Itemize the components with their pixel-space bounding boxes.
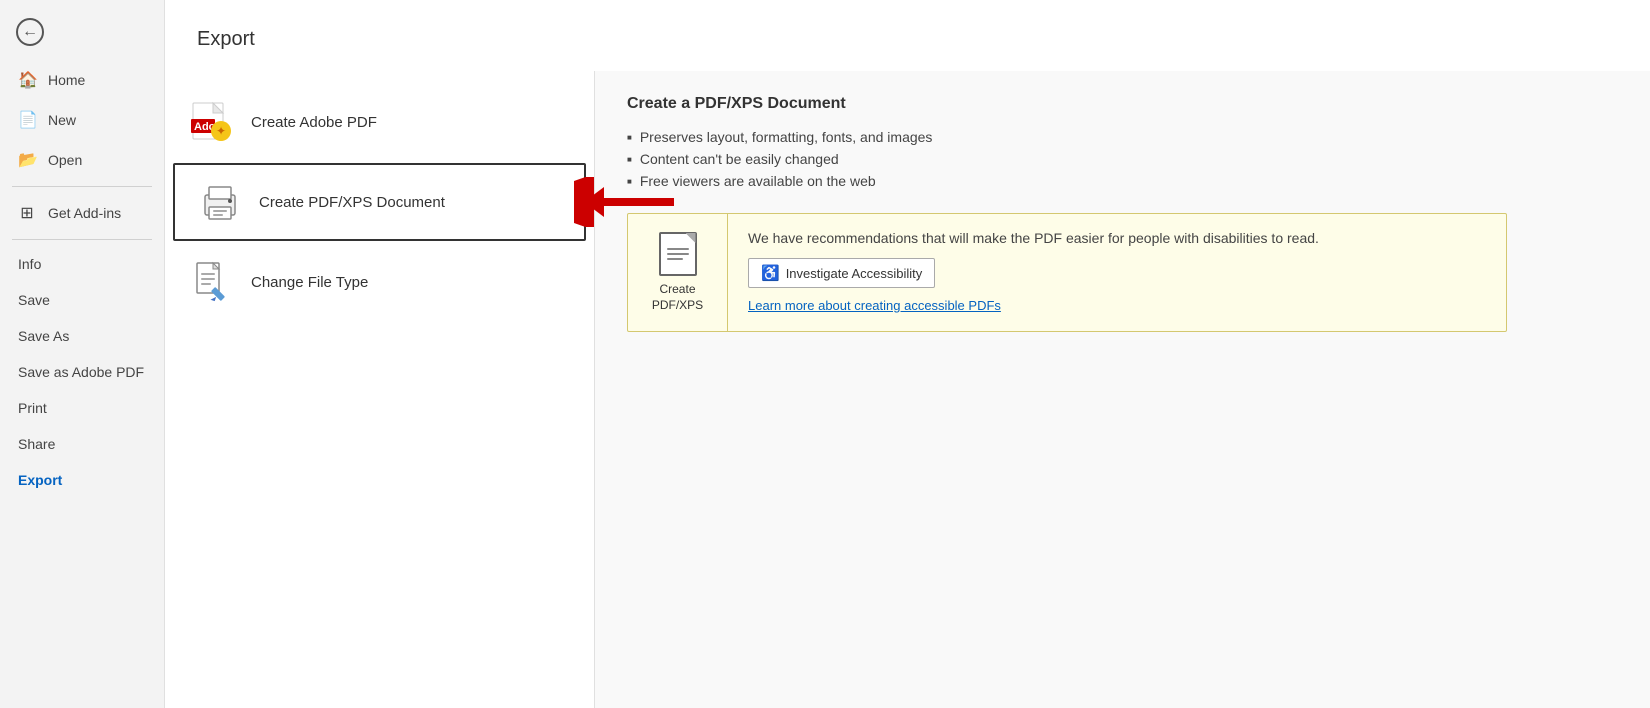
svg-text:✦: ✦ — [216, 124, 226, 138]
page-title: Export — [165, 0, 1650, 71]
adobe-pdf-icon: Adobe ✦ — [191, 101, 233, 143]
investigate-icon: ♿ — [761, 264, 780, 282]
sidebar-item-label: New — [48, 112, 76, 128]
accessibility-text: We have recommendations that will make t… — [748, 230, 1486, 246]
pdf-xps-icon — [199, 181, 241, 223]
sidebar-item-home[interactable]: 🏠 Home — [0, 60, 164, 100]
export-option-change-file-type[interactable]: Change File Type — [165, 243, 594, 321]
accessibility-content: We have recommendations that will make t… — [728, 214, 1506, 331]
sidebar-item-export[interactable]: Export — [0, 462, 164, 498]
sidebar-item-label: Home — [48, 72, 85, 88]
sidebar-item-new[interactable]: 📄 New — [0, 100, 164, 140]
bullet-1: Preserves layout, formatting, fonts, and… — [627, 129, 1618, 145]
export-option-pdf-xps[interactable]: Create PDF/XPS Document — [173, 163, 586, 241]
export-detail-panel: Create a PDF/XPS Document Preserves layo… — [595, 71, 1650, 708]
open-icon: 📂 — [18, 150, 36, 170]
sidebar-item-save-as-adobe[interactable]: Save as Adobe PDF — [0, 354, 164, 390]
bullet-3: Free viewers are available on the web — [627, 173, 1618, 189]
back-icon: ← — [16, 18, 44, 46]
sidebar-item-print[interactable]: Print — [0, 390, 164, 426]
sidebar-item-info[interactable]: Info — [0, 246, 164, 282]
adobe-pdf-label: Create Adobe PDF — [251, 114, 377, 131]
export-option-adobe-pdf[interactable]: Adobe ✦ Create Adobe PDF — [165, 83, 594, 161]
add-ins-icon: ⊞ — [18, 203, 36, 223]
sidebar-divider — [12, 186, 152, 187]
new-icon: 📄 — [18, 110, 36, 130]
sidebar-item-label: Open — [48, 152, 82, 168]
sidebar: ← 🏠 Home 📄 New 📂 Open ⊞ Get Add-ins Info… — [0, 0, 165, 708]
sidebar-item-save-as[interactable]: Save As — [0, 318, 164, 354]
create-pdf-xps-button[interactable]: Create PDF/XPS — [628, 214, 728, 331]
export-options-panel: Adobe ✦ Create Adobe PDF — [165, 71, 595, 708]
detail-bullets: Preserves layout, formatting, fonts, and… — [627, 129, 1618, 189]
export-body: Adobe ✦ Create Adobe PDF — [165, 71, 1650, 708]
bullet-2: Content can't be easily changed — [627, 151, 1618, 167]
main-content: Export Adobe ✦ — [165, 0, 1650, 708]
sidebar-item-label: Get Add-ins — [48, 205, 121, 221]
pdf-xps-label: Create PDF/XPS Document — [259, 194, 445, 211]
create-pdf-icon — [659, 232, 697, 276]
sidebar-item-get-add-ins[interactable]: ⊞ Get Add-ins — [0, 193, 164, 233]
sidebar-item-share[interactable]: Share — [0, 426, 164, 462]
sidebar-item-open[interactable]: 📂 Open — [0, 140, 164, 180]
change-file-type-label: Change File Type — [251, 274, 368, 291]
accessibility-box: Create PDF/XPS We have recommendations t… — [627, 213, 1507, 332]
investigate-label: Investigate Accessibility — [786, 266, 923, 281]
accessibility-learn-more-link[interactable]: Learn more about creating accessible PDF… — [748, 298, 1486, 313]
sidebar-item-save[interactable]: Save — [0, 282, 164, 318]
home-icon: 🏠 — [18, 70, 36, 90]
change-file-type-icon — [191, 261, 233, 303]
back-button[interactable]: ← — [0, 8, 164, 56]
investigate-accessibility-button[interactable]: ♿ Investigate Accessibility — [748, 258, 935, 288]
detail-title: Create a PDF/XPS Document — [627, 95, 1618, 113]
sidebar-divider-2 — [12, 239, 152, 240]
create-pdf-label: Create PDF/XPS — [652, 282, 703, 313]
